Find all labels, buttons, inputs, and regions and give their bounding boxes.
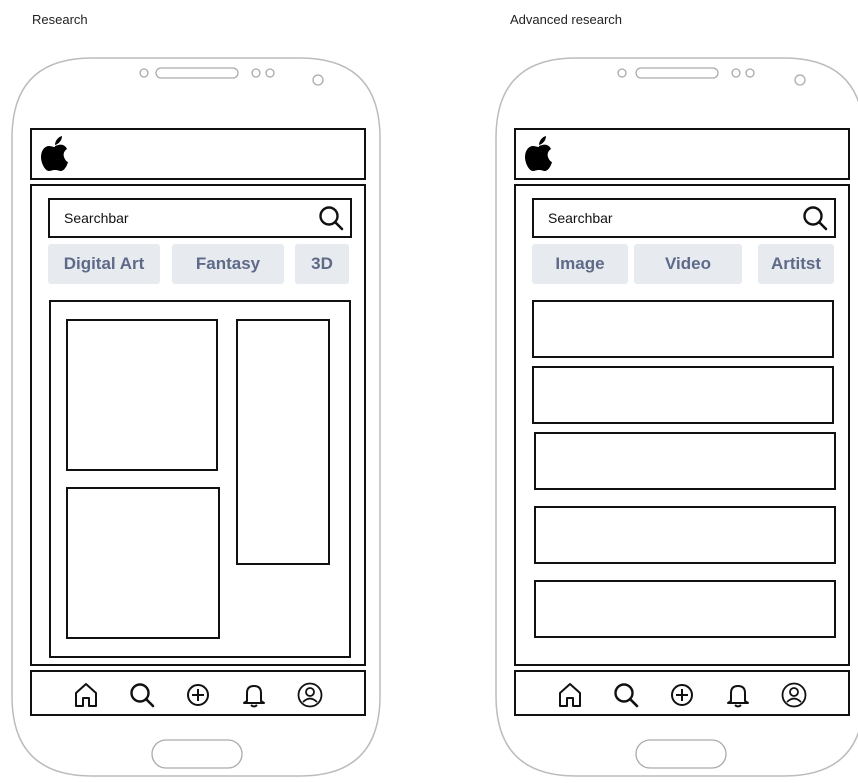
add-icon[interactable] (668, 681, 696, 709)
search-placeholder: Searchbar (548, 210, 613, 226)
result-card[interactable] (66, 487, 220, 639)
caption-advanced-research: Advanced research (510, 12, 623, 27)
apple-logo-icon (525, 136, 552, 171)
chip-artist[interactable]: Artitst (758, 244, 834, 284)
home-icon[interactable] (556, 681, 584, 709)
list-item[interactable] (532, 300, 834, 358)
list-item[interactable] (534, 506, 836, 564)
search-bar[interactable]: Searchbar (532, 198, 836, 238)
bottom-nav (514, 670, 850, 716)
chip-video[interactable]: Video (634, 244, 742, 284)
content-frame: Searchbar Digital Art Fantasy 3D (30, 184, 366, 666)
home-icon[interactable] (72, 681, 100, 709)
chip-fantasy[interactable]: Fantasy (172, 244, 284, 284)
phone-advanced-research: Searchbar Image Video Artitst (494, 56, 858, 778)
result-card[interactable] (236, 319, 330, 565)
bottom-nav (30, 670, 366, 716)
search-icon[interactable] (802, 205, 828, 231)
content-frame: Searchbar Image Video Artitst (514, 184, 850, 666)
chip-image[interactable]: Image (532, 244, 628, 284)
results-grid (49, 300, 351, 658)
add-icon[interactable] (184, 681, 212, 709)
bell-icon[interactable] (240, 681, 268, 709)
search-icon[interactable] (128, 681, 156, 709)
chip-digital-art[interactable]: Digital Art (48, 244, 160, 284)
search-icon[interactable] (612, 681, 640, 709)
result-card[interactable] (66, 319, 218, 471)
header-bar (30, 128, 366, 180)
bell-icon[interactable] (724, 681, 752, 709)
profile-icon[interactable] (296, 681, 324, 709)
profile-icon[interactable] (780, 681, 808, 709)
apple-logo-icon (41, 136, 68, 171)
search-placeholder: Searchbar (64, 210, 129, 226)
phone-research: Searchbar Digital Art Fantasy 3D (10, 56, 382, 778)
header-bar (514, 128, 850, 180)
list-item[interactable] (532, 366, 834, 424)
list-item[interactable] (534, 432, 836, 490)
search-icon[interactable] (318, 205, 344, 231)
caption-research: Research (32, 12, 88, 27)
chip-3d[interactable]: 3D (295, 244, 349, 284)
list-item[interactable] (534, 580, 836, 638)
search-bar[interactable]: Searchbar (48, 198, 352, 238)
